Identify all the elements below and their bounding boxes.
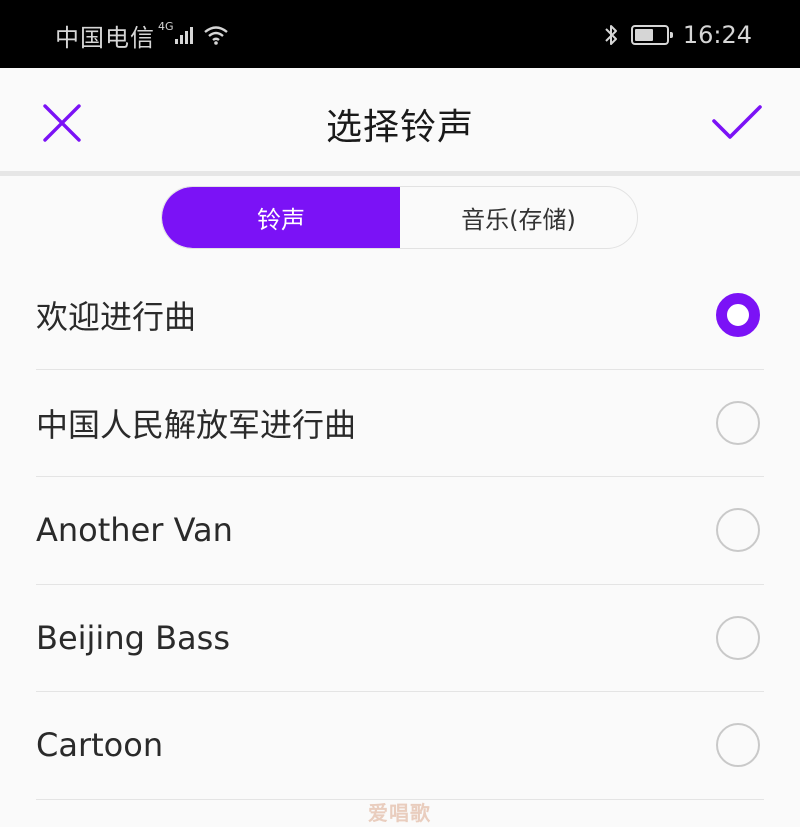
ringtone-name: Cartoon	[36, 726, 164, 765]
list-item[interactable]: Beijing Bass	[36, 585, 764, 692]
page-title: 选择铃声	[325, 107, 474, 148]
signal-icon	[174, 26, 195, 44]
check-icon	[712, 105, 762, 139]
ringtone-name: Beijing Bass	[36, 618, 230, 657]
ringtone-source-tabs: 铃声 音乐(存储)	[161, 186, 638, 249]
radio-unselected[interactable]	[716, 400, 760, 445]
radio-selected[interactable]	[716, 293, 760, 338]
ringtone-name: Another Van	[36, 511, 233, 550]
header-divider	[0, 171, 800, 176]
ringtone-name: 欢迎进行曲	[36, 298, 197, 337]
tab-ringtones[interactable]: 铃声	[162, 187, 400, 248]
radio-unselected[interactable]	[716, 723, 760, 768]
radio-unselected[interactable]	[716, 508, 760, 553]
bluetooth-icon	[605, 25, 617, 45]
status-left: 中国电信 4G	[55, 19, 229, 52]
list-item[interactable]: 欢迎进行曲	[36, 262, 764, 370]
network-type: 4G	[158, 19, 174, 33]
ringtone-list: 欢迎进行曲 中国人民解放军进行曲 Another Van Beijing Bas…	[36, 262, 764, 800]
watermark: 爱唱歌	[368, 801, 431, 825]
radio-unselected[interactable]	[716, 615, 760, 660]
battery-icon	[630, 25, 673, 45]
app-header: 选择铃声	[0, 68, 800, 171]
list-item[interactable]: Cartoon	[36, 692, 764, 800]
carrier-name: 中国电信	[55, 23, 155, 52]
tab-music-storage[interactable]: 音乐(存储)	[400, 187, 637, 248]
status-bar: 中国电信 4G 16:24	[0, 0, 800, 68]
status-right: 16:24	[603, 19, 752, 51]
status-time: 16:24	[682, 21, 752, 49]
list-item[interactable]: Another Van	[36, 477, 764, 585]
confirm-button[interactable]	[708, 99, 766, 147]
wifi-icon	[203, 26, 228, 45]
list-item[interactable]: 中国人民解放军进行曲	[36, 370, 764, 477]
ringtone-name: 中国人民解放军进行曲	[36, 405, 357, 444]
